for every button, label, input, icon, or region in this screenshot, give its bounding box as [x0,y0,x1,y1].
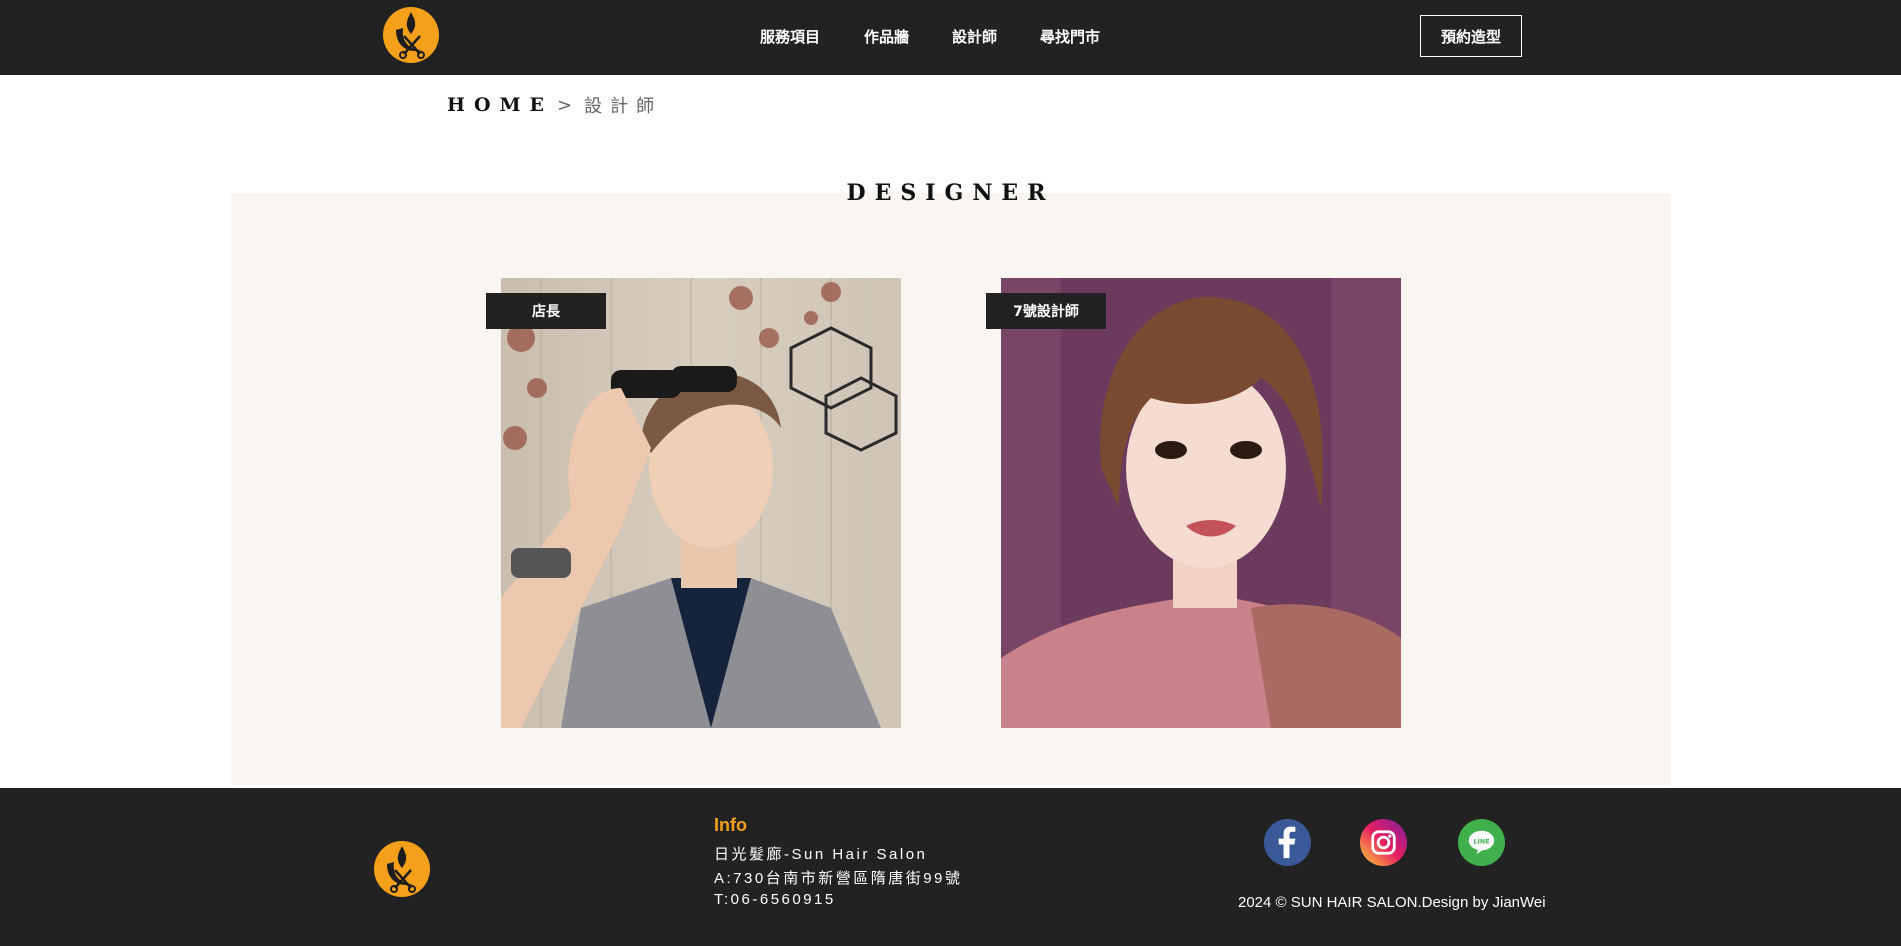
breadcrumb-current: 設計師 [584,96,663,117]
nav-designers[interactable]: 設計師 [952,26,997,47]
sun-hair-logo[interactable] [382,6,440,64]
breadcrumb-separator: > [557,94,573,116]
footer-logo [374,841,430,897]
nav-services[interactable]: 服務項目 [760,26,820,47]
site-header [0,0,1901,75]
designer-section [231,193,1671,785]
facebook-icon[interactable] [1263,818,1312,867]
nav-find-store[interactable]: 尋找門市 [1040,26,1100,47]
designer-photo-7 [1001,278,1401,728]
breadcrumb-home-link[interactable]: HOME [447,94,553,116]
footer-info-title: Info [714,815,747,835]
book-appointment-button[interactable]: 預約造型 [1420,15,1522,57]
designer-card-7[interactable] [1001,278,1401,728]
designer-card-manager[interactable] [501,278,901,728]
footer-phone: T:06-6560915 [714,891,836,908]
footer-copyright: 2024 © SUN HAIR SALON.Design by JianWei [1238,894,1546,911]
breadcrumb: HOME > 設計師 [447,92,662,118]
designer-photo-manager [501,278,901,728]
svg-text:LINE: LINE [1473,837,1489,845]
section-title: DESIGNER [846,180,1055,206]
nav-portfolio[interactable]: 作品牆 [864,26,909,47]
line-icon[interactable]: LINE [1457,818,1506,867]
footer-address: A:730台南市新營區隋唐街99號 [714,870,963,887]
instagram-icon[interactable] [1359,818,1408,867]
designer-tag-manager: 店長 [486,293,606,329]
designer-tag-7: 7號設計師 [986,293,1106,329]
footer-salon-name: 日光髮廊-Sun Hair Salon [714,846,928,863]
